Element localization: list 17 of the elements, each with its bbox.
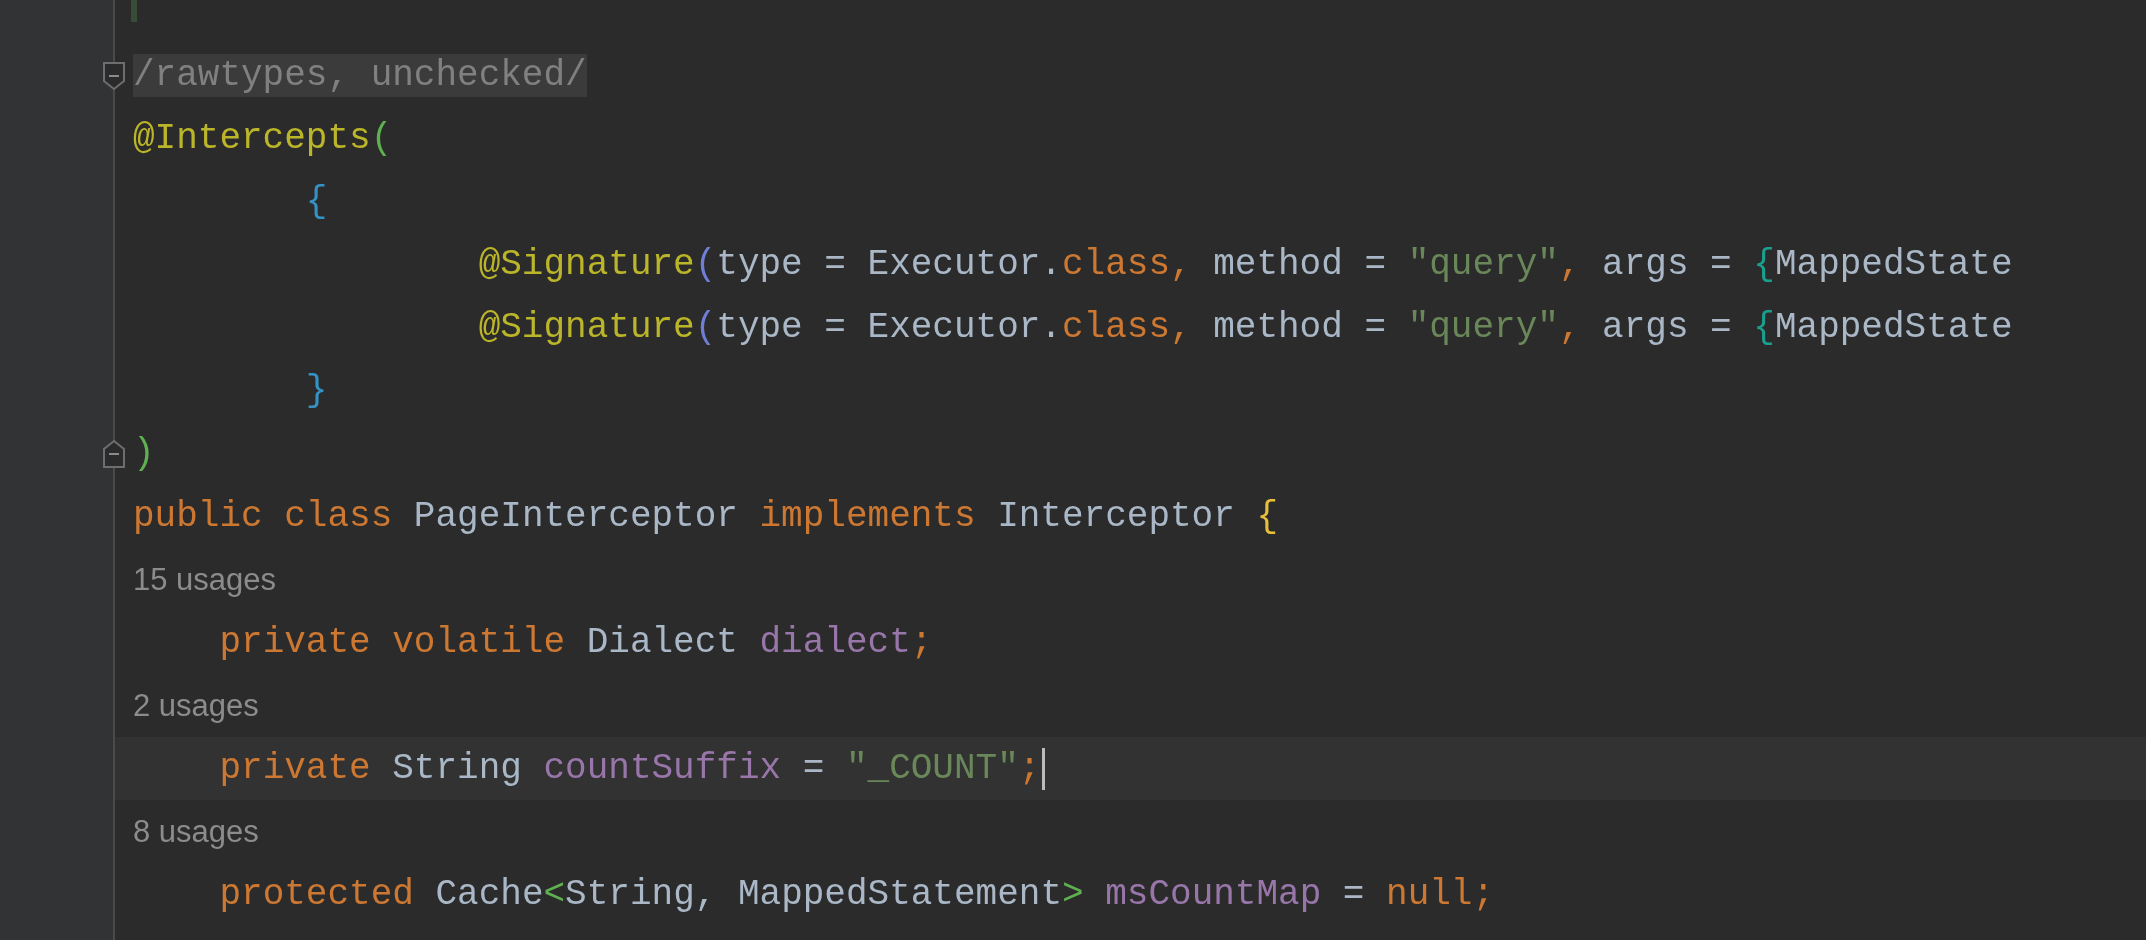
code-line: @Signature(type = Executor.class, method = "query", args = {MappedState [478,305,2013,350]
code-line: { [305,179,328,224]
code-line: public class PageInterceptor implements Interceptor { [133,494,1278,539]
usages-hint[interactable]: 15 usages [133,560,277,599]
fold-end-icon[interactable] [102,438,126,469]
code-line: protected Cache<String, MappedStatement> msCountMap = null; [219,872,1495,917]
code-line: @Signature(type = Executor.class, method = "query", args = {MappedState [478,242,2013,287]
code-line: } [305,368,328,413]
code-line: @Intercepts( [133,116,393,161]
text-caret [1042,747,1046,790]
usages-hint[interactable]: 2 usages [133,686,259,725]
code-line: private volatile Dialect dialect; [219,620,933,665]
usages-hint[interactable]: 8 usages [133,812,259,851]
code-line: private String countSuffix = "_COUNT"; [219,746,1041,791]
code-line: ) [133,431,155,476]
fold-icon[interactable] [102,60,126,91]
change-marker [131,0,137,22]
